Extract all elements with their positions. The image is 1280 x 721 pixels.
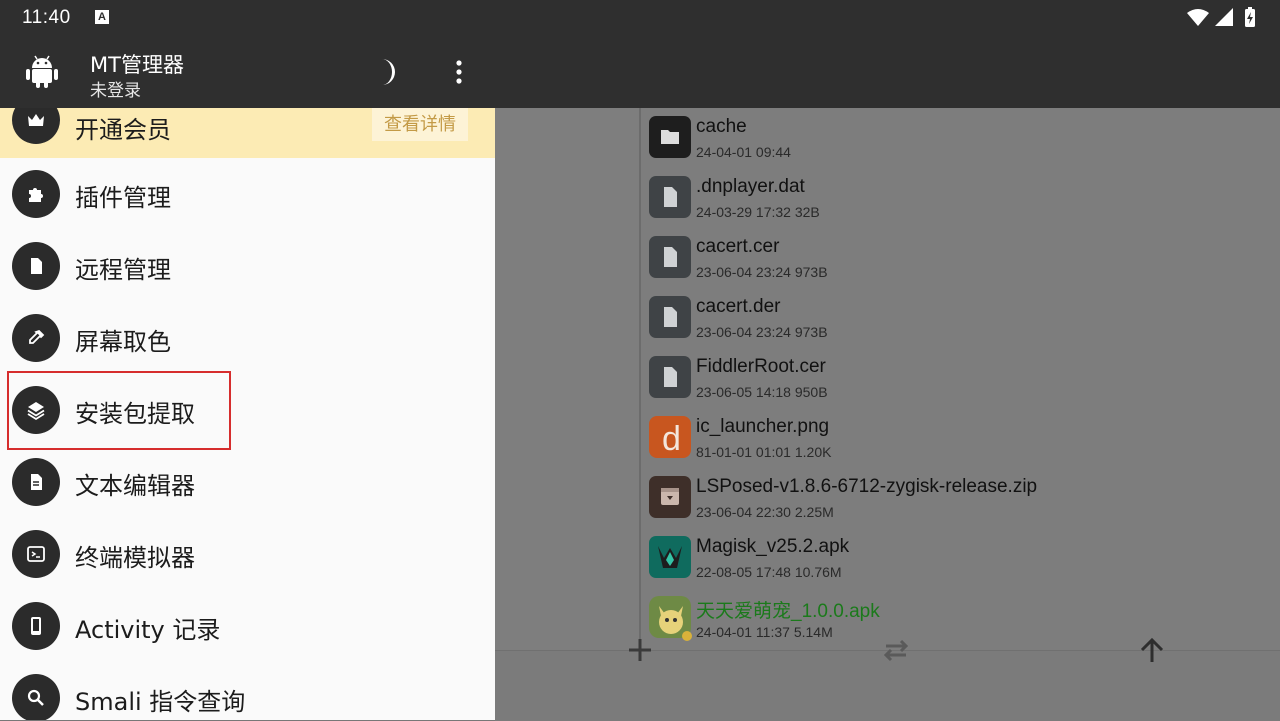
file-toolbar xyxy=(495,36,1280,108)
file-meta: 23-06-04 23:24 973B xyxy=(696,264,828,280)
folder-icon xyxy=(649,116,691,158)
file-name: .dnplayer.dat xyxy=(696,176,805,197)
drawer-header: MT管理器 未登录 xyxy=(0,36,495,108)
status-bar: 11:40 A xyxy=(0,0,1280,36)
phone-circle xyxy=(12,602,60,650)
document-icon xyxy=(31,474,42,490)
puzzle-circle xyxy=(12,170,60,218)
app-title: MT管理器 xyxy=(90,53,184,77)
wifi-icon xyxy=(1187,9,1209,26)
arrow-up-icon[interactable] xyxy=(1132,630,1172,670)
file-row[interactable]: 天天爱萌宠_1.0.0.apk 24-04-01 11:37 5.14M xyxy=(643,588,1273,648)
file-meta: 23-06-05 14:18 950B xyxy=(696,384,828,400)
file-meta: 24-04-01 11:37 5.14M xyxy=(696,624,833,640)
vip-label: 开通会员 xyxy=(75,116,171,144)
signal-icon xyxy=(1215,8,1233,26)
file-name: cacert.der xyxy=(696,296,781,317)
file-icon xyxy=(649,296,691,338)
swap-icon[interactable] xyxy=(876,630,916,670)
document-circle xyxy=(12,458,60,506)
system-icons xyxy=(1187,7,1255,27)
svg-text:d: d xyxy=(662,420,681,458)
magisk-app-icon xyxy=(649,536,691,578)
login-status[interactable]: 未登录 xyxy=(90,76,141,101)
image-thumbnail: d xyxy=(649,416,691,458)
highlight-box xyxy=(7,371,231,450)
view-details-button[interactable]: 查看详情 xyxy=(372,108,468,141)
status-time: 11:40 xyxy=(22,7,71,28)
menu-item-label: 远程管理 xyxy=(75,256,171,284)
file-icon xyxy=(31,258,42,274)
phone-icon xyxy=(31,617,41,635)
menu-item-remote[interactable]: 远程管理 xyxy=(0,230,495,302)
puzzle-icon xyxy=(29,188,43,202)
file-row[interactable]: Magisk_v25.2.apk 22-08-05 17:48 10.76M xyxy=(643,528,1273,588)
color-picker-icon xyxy=(29,329,45,344)
menu-item-activity-log[interactable]: Activity 记录 xyxy=(0,590,495,662)
menu-item-label: 插件管理 xyxy=(75,184,171,212)
file-meta: 24-03-29 17:32 32B xyxy=(696,204,820,220)
menu-item-color-picker[interactable]: 屏幕取色 xyxy=(0,302,495,374)
file-name: 天天爱萌宠_1.0.0.apk xyxy=(696,601,880,622)
add-icon[interactable] xyxy=(620,630,660,670)
menu-item-smali-lookup[interactable]: Smali 指令查询 xyxy=(0,662,495,720)
search-circle xyxy=(12,674,60,720)
file-meta: 23-06-04 23:24 973B xyxy=(696,324,828,340)
file-meta: 81-01-01 01:01 1.20K xyxy=(696,444,832,460)
left-file-pane xyxy=(495,108,639,686)
file-icon xyxy=(649,236,691,278)
menu-item-label: 文本编辑器 xyxy=(75,472,195,500)
file-name: cache xyxy=(696,116,747,137)
file-name: FiddlerRoot.cer xyxy=(696,356,826,377)
file-icon xyxy=(649,176,691,218)
menu-item-text-editor[interactable]: 文本编辑器 xyxy=(0,446,495,518)
more-options-icon[interactable] xyxy=(445,56,473,88)
file-meta: 24-04-01 09:44 xyxy=(696,144,791,160)
notification-icon: A xyxy=(95,10,109,24)
terminal-circle xyxy=(12,530,60,578)
search-icon xyxy=(27,689,44,706)
menu-item-plugins[interactable]: 插件管理 xyxy=(0,158,495,230)
file-meta: 23-06-04 22:30 2.25M xyxy=(696,504,834,520)
file-row[interactable]: cacert.der 23-06-04 23:24 973B xyxy=(643,288,1273,348)
menu-item-label: 屏幕取色 xyxy=(75,328,171,356)
file-row[interactable]: d ic_launcher.png 81-01-01 01:01 1.20K xyxy=(643,408,1273,468)
file-row[interactable]: .dnplayer.dat 24-03-29 17:32 32B xyxy=(643,168,1273,228)
file-row[interactable]: cacert.cer 23-06-04 23:24 973B xyxy=(643,228,1273,288)
crown-icon xyxy=(28,114,44,126)
file-row[interactable]: LSPosed-v1.8.6-6712-zygisk-release.zip 2… xyxy=(643,468,1273,528)
file-meta: 22-08-05 17:48 10.76M xyxy=(696,564,842,580)
battery-icon xyxy=(1245,7,1255,27)
android-icon[interactable] xyxy=(22,51,62,91)
file-name: ic_launcher.png xyxy=(696,416,830,437)
file-row[interactable]: FiddlerRoot.cer 23-06-05 14:18 950B xyxy=(643,348,1273,408)
file-name: Magisk_v25.2.apk xyxy=(696,536,850,557)
terminal-icon xyxy=(27,546,45,562)
file-icon xyxy=(649,356,691,398)
night-mode-icon[interactable] xyxy=(372,56,402,88)
file-name: cacert.cer xyxy=(696,236,780,257)
file-circle xyxy=(12,242,60,290)
archive-icon xyxy=(649,476,691,518)
menu-item-label: 终端模拟器 xyxy=(75,544,195,572)
menu-item-terminal[interactable]: 终端模拟器 xyxy=(0,518,495,590)
file-name: LSPosed-v1.8.6-6712-zygisk-release.zip xyxy=(696,476,1038,497)
menu-item-label: Smali 指令查询 xyxy=(75,688,246,716)
color-picker-circle xyxy=(12,314,60,362)
file-row[interactable]: cache 24-04-01 09:44 xyxy=(643,108,1273,168)
menu-item-label: Activity 记录 xyxy=(75,616,221,644)
